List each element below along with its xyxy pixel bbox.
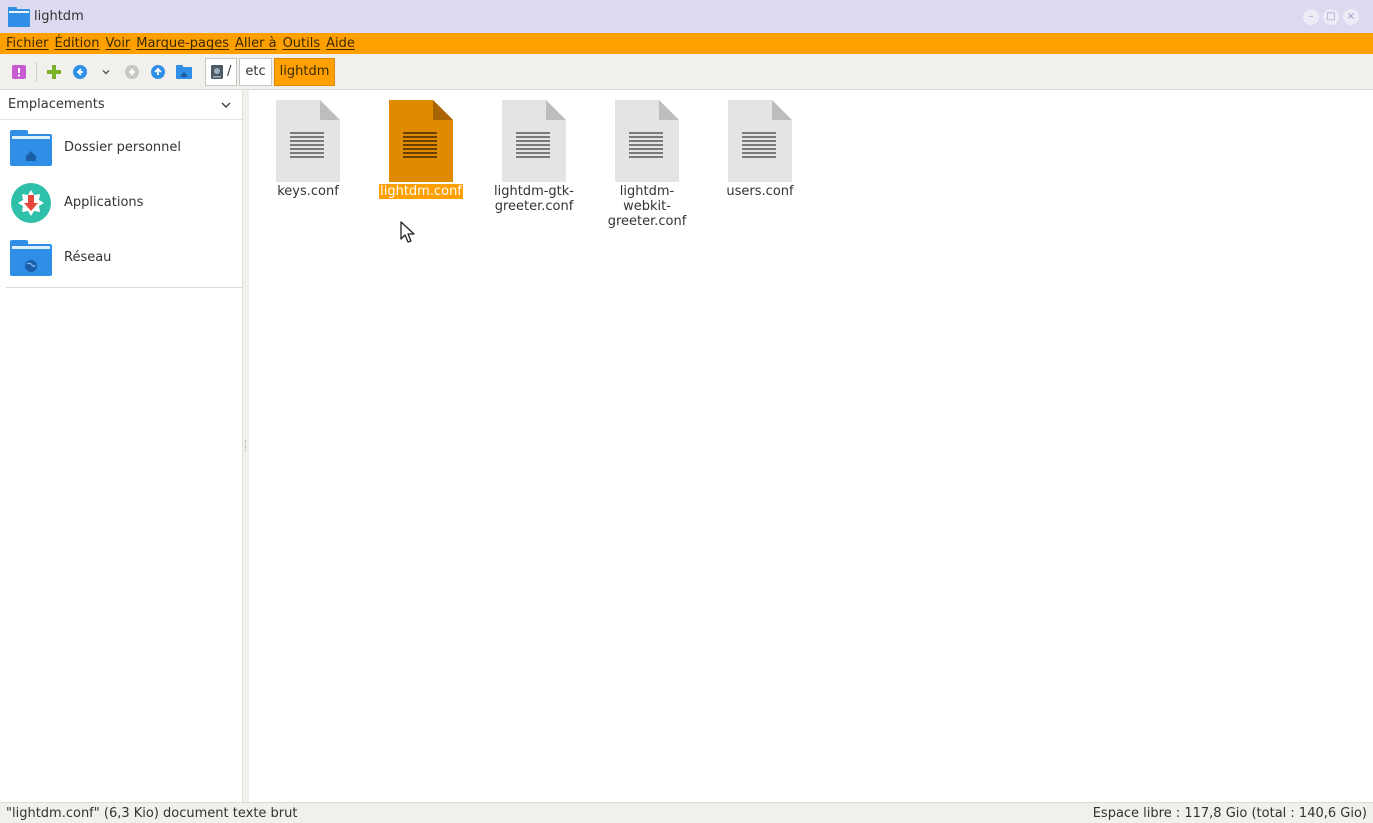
sidebar-item-applications[interactable]: Applications [0,175,242,230]
new-tab-button[interactable] [8,61,30,83]
file-name: lightdm-webkit-greeter.conf [607,184,687,229]
status-bar: "lightdm.conf" (6,3 Kio) document texte … [0,802,1373,823]
chevron-down-icon [102,69,110,74]
toolbar-separator [36,61,37,82]
applications-icon [11,182,51,223]
file-view[interactable]: keys.conf lightdm.conf lightdm-gtk-greet… [249,90,1373,802]
menu-marque-pages[interactable]: Marque-pages [136,36,229,51]
crumb-lightdm[interactable]: lightdm [273,57,336,86]
sidebar-item-label: Dossier personnel [64,140,182,155]
menu-voir[interactable]: Voir [105,36,130,51]
file-name: lightdm.conf [379,184,463,199]
home-folder-icon [176,64,192,79]
network-folder-icon [10,239,52,276]
history-dropdown-button[interactable] [95,61,117,83]
file-item[interactable]: keys.conf [258,98,358,199]
add-icon [47,64,61,79]
splitter-grip-icon [245,440,247,452]
crumb-etc[interactable]: etc [239,57,272,86]
toolbar: / etc lightdm [0,54,1373,90]
close-button[interactable]: × [1343,9,1359,25]
file-name: lightdm-gtk-greeter.conf [494,184,574,214]
file-name: keys.conf [277,184,339,199]
free-space-status: Espace libre : 117,8 Gio (total : 140,6 … [1092,805,1367,821]
text-document-icon [502,100,566,182]
minimize-button[interactable]: – [1303,9,1319,25]
drive-icon [211,64,223,79]
text-document-icon [389,100,453,182]
home-button[interactable] [173,61,195,83]
sidebar-item-label: Réseau [64,250,112,265]
root-separator: / [227,64,232,79]
sidebar-item-network[interactable]: Réseau [0,230,242,285]
menu-outils[interactable]: Outils [283,36,321,51]
folder-app-icon [8,6,30,27]
sidebar-item-home[interactable]: Dossier personnel [0,120,242,175]
text-document-icon [276,100,340,182]
text-document-icon [615,100,679,182]
mouse-pointer-icon [400,221,415,243]
menu-aller-a[interactable]: Aller à [235,36,277,51]
back-icon [73,64,87,79]
selection-status: "lightdm.conf" (6,3 Kio) document texte … [6,805,298,821]
window-title: lightdm [34,9,84,24]
file-name: users.conf [726,184,794,199]
places-sidebar: Emplacements Dossier personnel Applicati… [0,90,243,802]
menu-edition[interactable]: Édition [55,36,100,51]
breadcrumb: / etc lightdm [205,57,337,87]
menu-fichier[interactable]: Fichier [6,36,49,51]
sidebar-item-label: Applications [64,195,144,210]
up-icon [151,64,165,79]
new-folder-button[interactable] [43,61,65,83]
menu-bar: Fichier Édition Voir Marque-pages Aller … [0,33,1373,54]
places-header-label: Emplacements [8,97,105,112]
file-item[interactable]: users.conf [710,98,810,199]
file-item[interactable]: lightdm-webkit-greeter.conf [597,98,697,229]
new-tab-icon [12,64,26,79]
maximize-button[interactable]: □ [1323,9,1339,25]
title-bar: lightdm – □ × [0,0,1373,33]
up-button[interactable] [147,61,169,83]
crumb-root[interactable]: / [205,57,238,86]
home-folder-icon [10,129,52,166]
back-button[interactable] [69,61,91,83]
text-document-icon [728,100,792,182]
forward-button[interactable] [121,61,143,83]
sidebar-divider [6,287,242,288]
file-item[interactable]: lightdm-gtk-greeter.conf [484,98,584,214]
forward-icon [125,64,139,79]
places-header[interactable]: Emplacements [0,90,242,120]
chevron-down-icon [221,102,231,108]
file-item-selected[interactable]: lightdm.conf [371,98,471,199]
menu-aide[interactable]: Aide [326,36,355,51]
